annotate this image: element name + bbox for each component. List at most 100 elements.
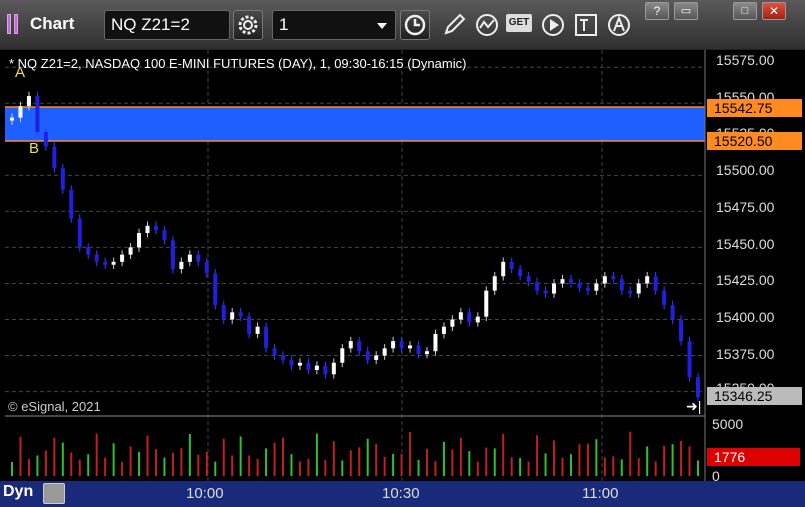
candle-body <box>594 283 599 291</box>
help-button[interactable]: ? <box>645 2 669 20</box>
candle-body <box>69 189 74 219</box>
candle-body <box>399 341 404 349</box>
candle-body <box>247 316 252 334</box>
band-top-price-tag: 15542.75 <box>707 99 802 117</box>
candle-body <box>526 276 531 283</box>
candle-body <box>94 254 99 262</box>
candle-body <box>679 319 684 342</box>
candle-body <box>568 279 573 284</box>
price-label: 15425.00 <box>716 272 775 288</box>
candle-body <box>264 326 269 349</box>
candle-body <box>424 351 429 355</box>
restore-button[interactable]: ▭ <box>674 2 698 20</box>
copyright: © eSignal, 2021 <box>8 399 101 414</box>
symbol-input[interactable]: NQ Z21=2 <box>104 10 230 40</box>
question-icon: ? <box>653 4 661 18</box>
alert-icon[interactable] <box>605 11 633 39</box>
candle-body <box>289 359 294 366</box>
text-icon[interactable] <box>572 11 600 39</box>
candle-body <box>162 230 167 241</box>
symbol-value: NQ Z21=2 <box>111 15 190 34</box>
candle-body <box>103 261 108 265</box>
candle-body <box>450 319 455 327</box>
candle-body <box>501 261 506 277</box>
chart-toolbar: Chart NQ Z21=2 1 GET ? ▭ □ ✕ <box>0 0 805 50</box>
candle-body <box>43 132 48 147</box>
candle-body <box>204 261 209 274</box>
label-b: B <box>29 140 40 157</box>
close-icon: ✕ <box>768 4 780 18</box>
candle-body <box>552 283 557 294</box>
time-label: 11:00 <box>582 485 619 502</box>
candle-body <box>111 261 116 265</box>
pencil-icon[interactable] <box>440 11 468 39</box>
candle-body <box>238 312 243 317</box>
study-icon[interactable] <box>473 11 501 39</box>
candle-body <box>323 365 328 375</box>
window-title: Chart <box>30 14 75 33</box>
candle-body <box>687 341 692 378</box>
settings-icon[interactable] <box>43 483 65 504</box>
candle-body <box>628 290 633 294</box>
highlight-band <box>5 107 705 141</box>
candle-body <box>179 261 184 270</box>
candle-body <box>281 355 286 360</box>
candle-body <box>86 247 91 255</box>
candle-body <box>120 254 125 262</box>
candle-body <box>331 362 336 375</box>
dynamic-mode-button[interactable]: Dyn <box>3 483 33 501</box>
candle-body <box>509 261 514 270</box>
candle-body <box>645 276 650 284</box>
maximize-button[interactable]: □ <box>733 2 757 20</box>
candle-body <box>374 355 379 360</box>
candle-body <box>18 106 23 118</box>
candle-body <box>365 351 370 360</box>
play-icon[interactable] <box>539 11 567 39</box>
time-template-button[interactable] <box>400 10 430 40</box>
candle-body <box>662 290 667 306</box>
chart-header: * NQ Z21=2, NASDAQ 100 E-MINI FUTURES (D… <box>9 56 467 71</box>
interval-select[interactable]: 1 <box>272 10 396 40</box>
candle-body <box>543 290 548 294</box>
chart-app-icon <box>7 14 25 34</box>
settings-button[interactable] <box>233 10 263 40</box>
candle-body <box>391 341 396 349</box>
candle-body <box>196 254 201 262</box>
candle-body <box>535 282 540 291</box>
candle-body <box>433 333 438 352</box>
candle-body <box>560 279 565 284</box>
maximize-icon: □ <box>741 5 749 17</box>
candle-body <box>230 312 235 320</box>
candle-body <box>60 168 65 190</box>
candle-body <box>602 276 607 284</box>
candle-body <box>26 96 31 107</box>
label-a: A <box>15 64 26 81</box>
volume-current-tag: 1776 <box>707 448 800 466</box>
candle-body <box>408 345 413 349</box>
candle-body <box>348 341 353 349</box>
chevron-down-icon <box>377 23 387 29</box>
candle-body <box>492 276 497 291</box>
candle-body <box>10 117 14 121</box>
close-button[interactable]: ✕ <box>762 2 786 20</box>
candle-body <box>670 305 675 320</box>
candle-body <box>467 312 472 323</box>
candle-body <box>611 276 616 280</box>
time-label: 10:30 <box>382 485 420 502</box>
candle-body <box>77 218 82 248</box>
candle-body <box>170 240 175 270</box>
candle-body <box>221 305 226 320</box>
candle-body <box>306 362 311 370</box>
get-data-button[interactable]: GET <box>506 14 532 32</box>
get-label: GET <box>508 17 530 28</box>
candle-body <box>255 326 260 334</box>
price-chart[interactable] <box>0 50 805 481</box>
candle-body <box>518 269 523 277</box>
candle-body <box>696 377 700 398</box>
candle-body <box>475 316 480 323</box>
scroll-to-end-icon[interactable]: ➜| <box>686 398 701 415</box>
candle-body <box>213 273 218 306</box>
candle-body <box>52 146 57 169</box>
candle-body <box>145 225 150 233</box>
band-bottom-price-tag: 15520.50 <box>707 132 802 150</box>
